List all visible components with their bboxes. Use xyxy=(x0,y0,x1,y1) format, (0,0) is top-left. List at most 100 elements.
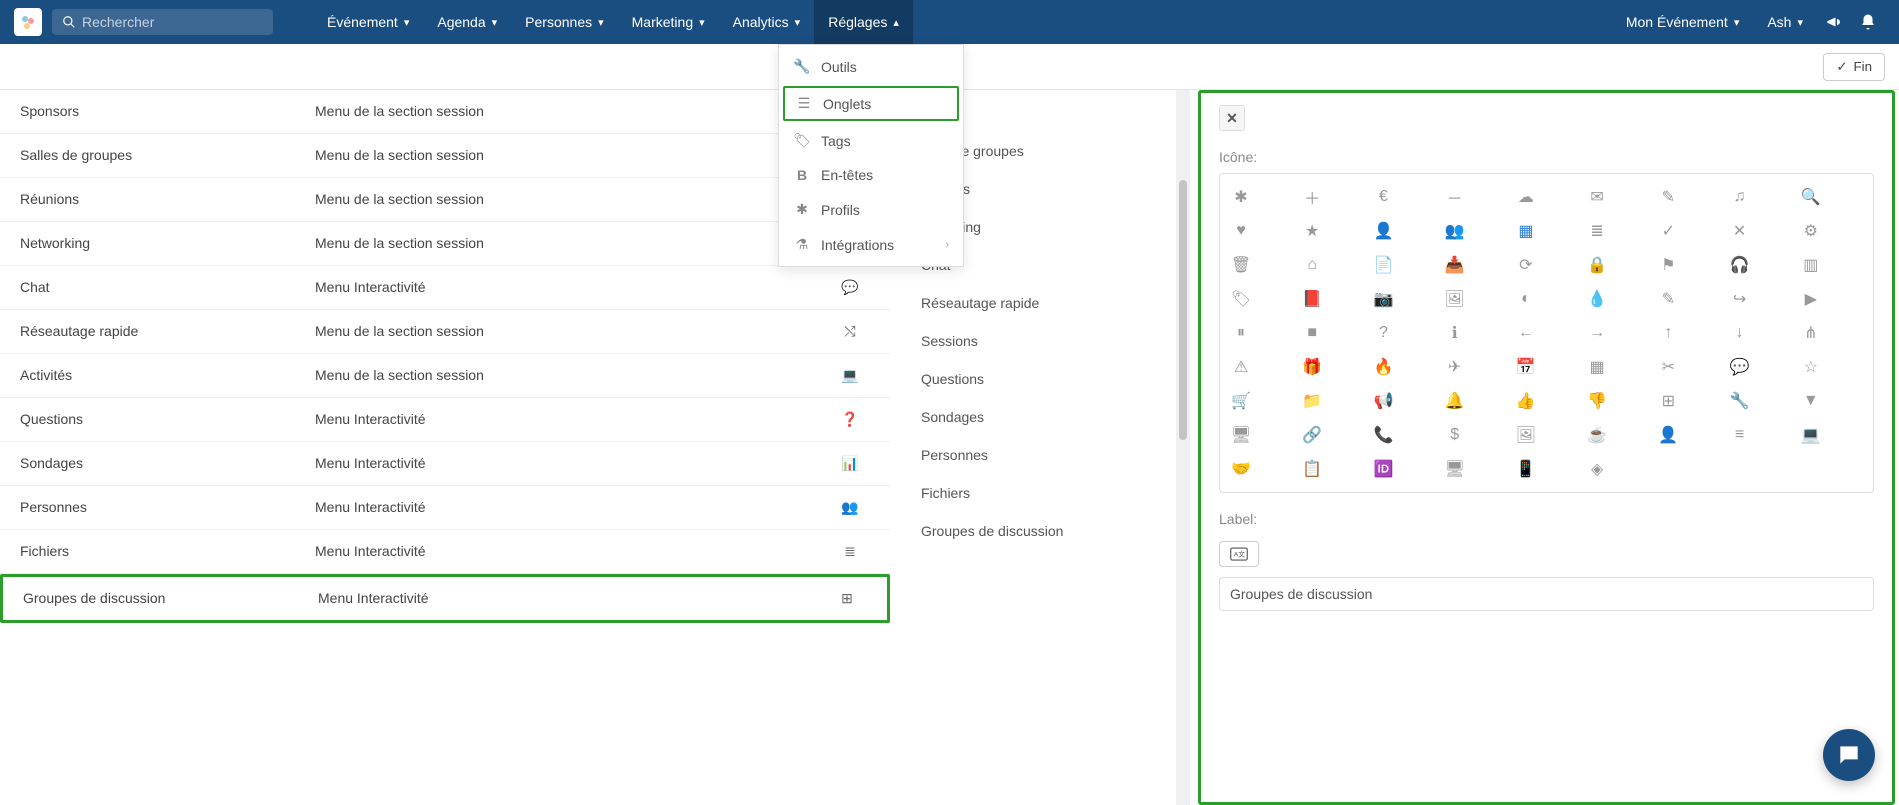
dropdown-integrations[interactable]: ⚗Intégrations› xyxy=(779,227,963,262)
icon-option[interactable]: ✉ xyxy=(1586,186,1608,208)
nav-evenement[interactable]: Événement▾ xyxy=(313,0,423,44)
icon-option[interactable]: 🔧 xyxy=(1729,390,1751,412)
icon-option[interactable]: ↑ xyxy=(1657,322,1679,344)
table-row[interactable]: SponsorsMenu de la section session▦ xyxy=(0,90,890,134)
icon-option[interactable]: ⌂ xyxy=(1301,254,1323,276)
table-row[interactable]: NetworkingMenu de la section session👥 xyxy=(0,222,890,266)
icon-option[interactable]: ↓ xyxy=(1729,322,1751,344)
icon-option[interactable]: 🆔 xyxy=(1372,458,1394,480)
icon-option[interactable]: € xyxy=(1372,186,1394,208)
icon-option[interactable]: 📷 xyxy=(1372,288,1394,310)
icon-option[interactable]: ✕ xyxy=(1729,220,1751,242)
icon-option[interactable]: ♥ xyxy=(1230,220,1252,242)
table-row[interactable]: QuestionsMenu Interactivité❓ xyxy=(0,398,890,442)
table-row[interactable]: ActivitésMenu de la section session💻 xyxy=(0,354,890,398)
preview-row[interactable]: Réseautage rapide xyxy=(891,284,1190,322)
icon-option[interactable]: 🛒 xyxy=(1230,390,1252,412)
nav-reglages[interactable]: Réglages▴ xyxy=(814,0,913,44)
scrollbar-thumb[interactable] xyxy=(1179,180,1187,440)
icon-option[interactable]: 🖥 xyxy=(1230,424,1252,446)
user-menu[interactable]: Ash▾ xyxy=(1753,0,1817,44)
icon-option[interactable]: ☕ xyxy=(1586,424,1608,446)
icon-option[interactable]: ◈ xyxy=(1586,458,1608,480)
icon-option[interactable]: $ xyxy=(1444,424,1466,446)
icon-option[interactable]: ✈ xyxy=(1444,356,1466,378)
search-input[interactable] xyxy=(82,14,263,30)
icon-option[interactable]: 🎁 xyxy=(1301,356,1323,378)
icon-option[interactable]: ◐ xyxy=(1515,288,1537,310)
icon-option[interactable]: ← xyxy=(1515,322,1537,344)
icon-option[interactable]: ✓ xyxy=(1657,220,1679,242)
preview-row[interactable]: Sondages xyxy=(891,398,1190,436)
label-input[interactable] xyxy=(1219,577,1874,611)
icon-option[interactable]: ⊞ xyxy=(1657,390,1679,412)
icon-option[interactable]: ♫ xyxy=(1729,186,1751,208)
icon-option[interactable]: 📅 xyxy=(1515,356,1537,378)
icon-option[interactable]: ■ xyxy=(1301,322,1323,344)
dropdown-onglets[interactable]: ☰Onglets xyxy=(783,86,959,121)
icon-option[interactable]: ≣ xyxy=(1586,220,1608,242)
icon-option[interactable]: ≡ xyxy=(1729,424,1751,446)
icon-option[interactable]: ▦ xyxy=(1515,220,1537,242)
icon-option[interactable]: ✱ xyxy=(1230,186,1252,208)
icon-option[interactable]: 👍 xyxy=(1515,390,1537,412)
table-row[interactable]: PersonnesMenu Interactivité👥 xyxy=(0,486,890,530)
preview-row[interactable]: Personnes xyxy=(891,436,1190,474)
icon-option[interactable]: ▦ xyxy=(1586,356,1608,378)
icon-option[interactable]: ✂ xyxy=(1657,356,1679,378)
icon-option[interactable]: 📋 xyxy=(1301,458,1323,480)
icon-option[interactable]: 📱 xyxy=(1515,458,1537,480)
icon-option[interactable]: ⚑ xyxy=(1657,254,1679,276)
icon-option[interactable]: 📢 xyxy=(1372,390,1394,412)
search-box[interactable] xyxy=(52,9,273,35)
icon-option[interactable]: 🔒 xyxy=(1586,254,1608,276)
icon-option[interactable]: 📄 xyxy=(1372,254,1394,276)
icon-option[interactable]: ＋ xyxy=(1301,186,1323,208)
icon-option[interactable]: ↪ xyxy=(1729,288,1751,310)
table-row[interactable]: ChatMenu Interactivité💬 xyxy=(0,266,890,310)
icon-option[interactable]: 📥 xyxy=(1444,254,1466,276)
icon-option[interactable]: ? xyxy=(1372,322,1394,344)
table-row[interactable]: Réseautage rapideMenu de la section sess… xyxy=(0,310,890,354)
icon-option[interactable]: 📁 xyxy=(1301,390,1323,412)
icon-option[interactable]: → xyxy=(1586,322,1608,344)
dropdown-tags[interactable]: 🏷Tags xyxy=(779,123,963,158)
dropdown-profils[interactable]: ✱Profils xyxy=(779,192,963,227)
app-logo[interactable] xyxy=(14,8,42,36)
icon-option[interactable]: 👎 xyxy=(1586,390,1608,412)
icon-option[interactable]: 🔍 xyxy=(1800,186,1822,208)
nav-marketing[interactable]: Marketing▾ xyxy=(618,0,719,44)
icon-option[interactable]: ☆ xyxy=(1800,356,1822,378)
icon-option[interactable]: ★ xyxy=(1301,220,1323,242)
icon-option[interactable]: 👥 xyxy=(1444,220,1466,242)
icon-option[interactable]: 🔗 xyxy=(1301,424,1323,446)
icon-option[interactable]: ⋔ xyxy=(1800,322,1822,344)
intercom-button[interactable] xyxy=(1823,729,1875,781)
icon-option[interactable]: 💻 xyxy=(1800,424,1822,446)
preview-row[interactable]: Fichiers xyxy=(891,474,1190,512)
icon-option[interactable]: 🤝 xyxy=(1230,458,1252,480)
icon-option[interactable]: 🎧 xyxy=(1729,254,1751,276)
icon-option[interactable]: 🖼 xyxy=(1515,424,1537,446)
dropdown-entetes[interactable]: BEn-têtes xyxy=(779,158,963,192)
table-row[interactable]: Salles de groupesMenu de la section sess… xyxy=(0,134,890,178)
icon-option[interactable]: 🏷 xyxy=(1230,288,1252,310)
icon-option[interactable]: 🔥 xyxy=(1372,356,1394,378)
icon-option[interactable]: ℹ xyxy=(1444,322,1466,344)
bell-icon[interactable] xyxy=(1851,0,1885,44)
icon-option[interactable]: － xyxy=(1444,186,1466,208)
icon-option[interactable]: ⏸ xyxy=(1230,322,1252,344)
icon-option[interactable]: ⚙ xyxy=(1800,220,1822,242)
event-selector[interactable]: Mon Événement▾ xyxy=(1612,0,1753,44)
icon-option[interactable]: 👤 xyxy=(1372,220,1394,242)
icon-option[interactable]: 👤 xyxy=(1657,424,1679,446)
icon-option[interactable]: 🔔 xyxy=(1444,390,1466,412)
nav-personnes[interactable]: Personnes▾ xyxy=(511,0,617,44)
icon-option[interactable]: ✎ xyxy=(1657,288,1679,310)
table-row[interactable]: FichiersMenu Interactivité≣ xyxy=(0,530,890,574)
icon-option[interactable]: 💧 xyxy=(1586,288,1608,310)
table-row[interactable]: RéunionsMenu de la section session👥 xyxy=(0,178,890,222)
icon-option[interactable]: ▶ xyxy=(1800,288,1822,310)
icon-option[interactable]: ▥ xyxy=(1800,254,1822,276)
icon-option[interactable]: 🗑 xyxy=(1230,254,1252,276)
